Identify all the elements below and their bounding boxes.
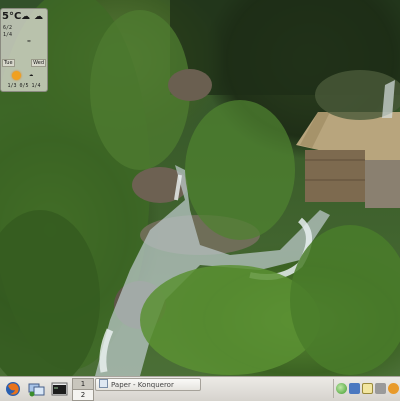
desktop-pager: 1 2 bbox=[72, 378, 94, 401]
sun-icon bbox=[12, 71, 21, 80]
forecast-dates: 1/3 0/5 1/4 bbox=[7, 83, 41, 89]
desktop-wallpaper bbox=[0, 0, 400, 376]
taskbar: 1 2 Paper - Konqueror bbox=[0, 376, 400, 401]
cloud-icon: ☁ bbox=[34, 12, 43, 22]
cloud-icon: ☁ bbox=[21, 12, 30, 22]
audio-icon[interactable] bbox=[388, 383, 399, 394]
clipboard-icon[interactable] bbox=[362, 383, 373, 394]
weather-widget[interactable]: 5°C ☁ ☁ 6/2 1/4 ≈ Tue Wed ☁ 1/3 0/5 1/4 bbox=[0, 8, 48, 92]
weather-detail: 6/2 bbox=[3, 25, 13, 31]
konqueror-icon bbox=[99, 379, 108, 388]
terminal-launcher[interactable] bbox=[48, 379, 70, 398]
desktop-2-button[interactable]: 2 bbox=[72, 389, 94, 401]
speaker-icon[interactable] bbox=[375, 383, 386, 394]
cloud-icon: ☁ bbox=[29, 70, 34, 78]
wind-icon: ≈ bbox=[27, 38, 31, 45]
firefox-icon bbox=[6, 381, 20, 396]
firefox-launcher[interactable] bbox=[2, 379, 24, 398]
weather-detail: 1/4 bbox=[3, 32, 13, 38]
task-label: Paper - Konqueror bbox=[111, 381, 174, 389]
terminal-icon bbox=[51, 382, 67, 395]
users-icon[interactable] bbox=[349, 383, 360, 394]
globe-icon[interactable] bbox=[336, 383, 347, 394]
network-launcher[interactable] bbox=[25, 379, 47, 398]
waterfall-scene bbox=[0, 0, 400, 376]
temperature-label: 5°C bbox=[2, 11, 22, 22]
network-icon bbox=[28, 383, 44, 396]
forecast-days: Tue Wed bbox=[2, 59, 46, 67]
forecast-day: Tue bbox=[2, 59, 15, 67]
forecast-day: Wed bbox=[31, 59, 46, 67]
system-tray bbox=[333, 379, 400, 398]
task-konqueror[interactable]: Paper - Konqueror bbox=[95, 378, 201, 391]
